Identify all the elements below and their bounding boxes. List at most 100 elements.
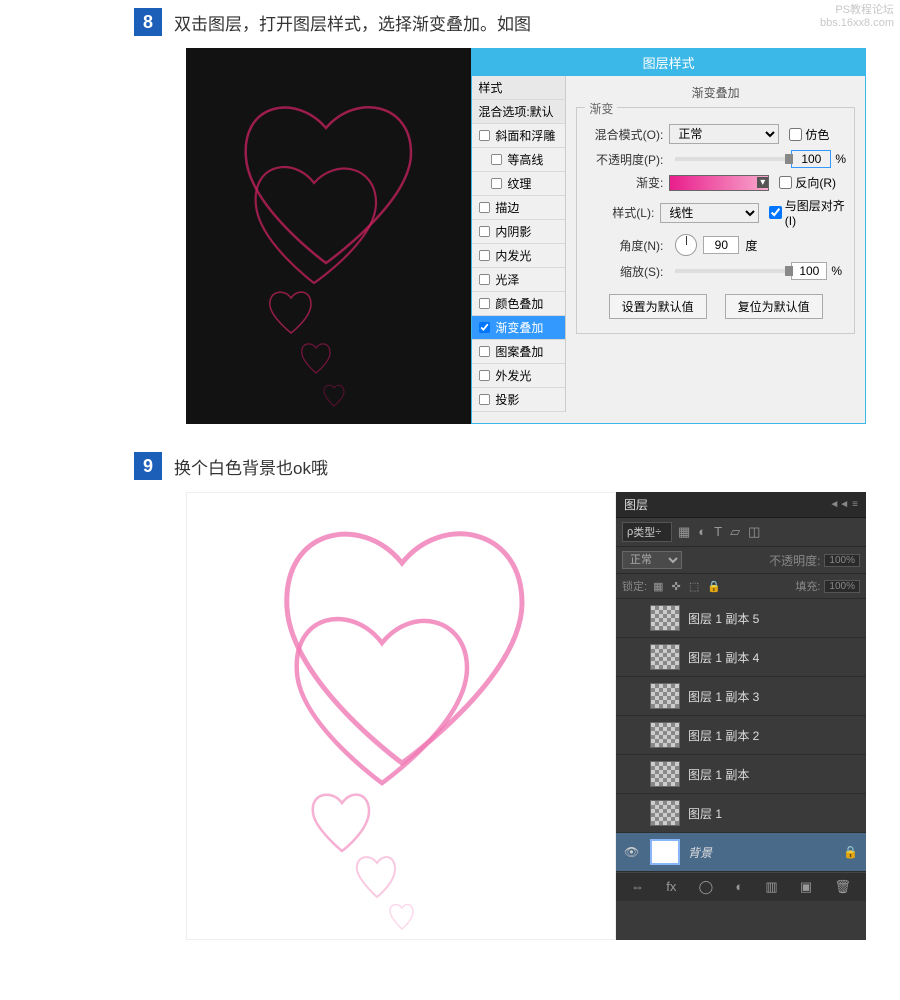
lock-position-icon[interactable]: ✜ (672, 581, 681, 593)
layer-thumb[interactable] (650, 839, 680, 865)
satin-checkbox[interactable] (479, 274, 490, 285)
layer-row-background[interactable]: 👁背景🔒 (616, 833, 866, 872)
opacity-slider[interactable] (675, 157, 785, 161)
adjustment-icon[interactable]: ◐ (735, 879, 743, 895)
layer-row[interactable]: 图层 1 副本 4 (616, 638, 866, 677)
fx-icon[interactable]: fx (666, 879, 676, 895)
style-innerglow[interactable]: 内发光 (472, 244, 565, 268)
fieldset-legend: 渐变 (585, 100, 617, 117)
texture-checkbox[interactable] (491, 178, 502, 189)
opacity-label-panel: 不透明度: (769, 552, 820, 569)
layer-thumb[interactable] (650, 683, 680, 709)
deg-label: 度 (745, 237, 757, 254)
layer-name: 图层 1 副本 2 (688, 727, 858, 744)
style-coloroverlay[interactable]: 颜色叠加 (472, 292, 565, 316)
stroke-checkbox[interactable] (479, 202, 490, 213)
style-contour[interactable]: 等高线 (472, 148, 565, 172)
layer-name: 背景 (688, 844, 843, 861)
layers-tab[interactable]: 图层 (624, 496, 648, 513)
filter-pixel-icon[interactable]: ▦ (678, 524, 690, 540)
gradientoverlay-checkbox[interactable] (479, 322, 490, 333)
layer-row[interactable]: 图层 1 副本 5 (616, 599, 866, 638)
lock-icon[interactable]: 🔒 (707, 581, 721, 593)
style-innershadow[interactable]: 内阴影 (472, 220, 565, 244)
style-dropshadow[interactable]: 投影 (472, 388, 565, 412)
layer-row[interactable]: 图层 1 副本 2 (616, 716, 866, 755)
new-layer-icon[interactable]: ▣ (800, 879, 812, 895)
scale-value[interactable] (791, 262, 827, 280)
layer-row[interactable]: 图层 1 (616, 794, 866, 833)
scale-slider[interactable] (675, 269, 785, 273)
blendmode-label: 混合模式(O): (585, 126, 663, 143)
opacity-value[interactable]: 100 (791, 150, 831, 168)
reverse-checkbox[interactable] (779, 176, 792, 189)
filter-shape-icon[interactable]: ▱ (730, 524, 740, 540)
align-checkbox[interactable] (769, 206, 782, 219)
style-texture[interactable]: 纹理 (472, 172, 565, 196)
opacity-value-panel[interactable]: 100% (824, 554, 860, 567)
outerglow-checkbox[interactable] (479, 370, 490, 381)
style-label: 样式(L): (585, 204, 654, 221)
filter-smart-icon[interactable]: ◫ (748, 524, 760, 540)
link-layers-icon[interactable]: ⇔ (631, 879, 644, 895)
layer-thumb[interactable] (650, 644, 680, 670)
styles-header[interactable]: 样式 (472, 76, 565, 100)
pct-2: % (831, 264, 842, 278)
style-bevel[interactable]: 斜面和浮雕 (472, 124, 565, 148)
layer-list: 图层 1 副本 5 图层 1 副本 4 图层 1 副本 3 图层 1 副本 2 … (616, 599, 866, 872)
filter-adjust-icon[interactable]: ◐ (698, 524, 706, 540)
filter-type-icon[interactable]: T (714, 524, 722, 540)
style-satin[interactable]: 光泽 (472, 268, 565, 292)
layer-thumb[interactable] (650, 761, 680, 787)
lock-all-icon[interactable]: ⬚ (689, 581, 699, 593)
layer-row[interactable]: 图层 1 副本 3 (616, 677, 866, 716)
align-label: 与图层对齐(I) (785, 197, 846, 228)
innershadow-checkbox[interactable] (479, 226, 490, 237)
group-icon[interactable]: ▥ (765, 879, 777, 895)
style-stroke[interactable]: 描边 (472, 196, 565, 220)
style-outerglow[interactable]: 外发光 (472, 364, 565, 388)
gradient-swatch[interactable] (669, 175, 769, 191)
contour-checkbox[interactable] (491, 154, 502, 165)
style-select[interactable]: 线性 (660, 203, 758, 223)
bevel-checkbox[interactable] (479, 130, 490, 141)
dither-label: 仿色 (805, 126, 829, 143)
blendmode-select[interactable]: 正常 (669, 124, 779, 144)
reset-default-button[interactable]: 复位为默认值 (725, 294, 823, 319)
visibility-toggle[interactable]: 👁 (624, 845, 642, 859)
angle-dial[interactable] (675, 234, 697, 256)
layer-thumb[interactable] (650, 605, 680, 631)
step-8-header: 8 双击图层，打开图层样式，选择渐变叠加。如图 (134, 8, 900, 36)
step-9-text: 换个白色背景也ok哦 (174, 454, 328, 479)
layer-thumb[interactable] (650, 722, 680, 748)
style-patternoverlay[interactable]: 图案叠加 (472, 340, 565, 364)
set-default-button[interactable]: 设置为默认值 (609, 294, 707, 319)
fill-value[interactable]: 100% (824, 580, 860, 593)
watermark-line2: bbs.16xx8.com (820, 17, 894, 30)
lock-pixels-icon[interactable]: ▦ (653, 581, 663, 593)
dropshadow-checkbox[interactable] (479, 394, 490, 405)
preview-dark (186, 48, 471, 424)
collapse-icon[interactable]: ◄◄ (829, 499, 849, 510)
panel-menu-icon[interactable]: ≡ (852, 499, 858, 510)
coloroverlay-checkbox[interactable] (479, 298, 490, 309)
step-9-number: 9 (134, 452, 162, 480)
dither-checkbox[interactable] (789, 128, 802, 141)
blend-default[interactable]: 混合选项:默认 (472, 100, 565, 124)
dialog-title: 图层样式 (472, 49, 865, 76)
trash-icon[interactable]: 🗑 (834, 879, 851, 895)
style-gradientoverlay[interactable]: 渐变叠加 (472, 316, 565, 340)
layers-panel: 图层 ◄◄ ≡ ρ 类型 ÷ ▦ ◐ T ▱ ◫ 正常 不透明度: 100% 锁… (616, 492, 866, 940)
layer-row[interactable]: 图层 1 副本 (616, 755, 866, 794)
layer-thumb[interactable] (650, 800, 680, 826)
pct-1: % (835, 152, 846, 166)
step-8-number: 8 (134, 8, 162, 36)
mask-icon[interactable]: ◯ (699, 879, 714, 895)
angle-value[interactable] (703, 236, 739, 254)
innerglow-checkbox[interactable] (479, 250, 490, 261)
patternoverlay-checkbox[interactable] (479, 346, 490, 357)
preview-white (186, 492, 616, 940)
blend-mode-select[interactable]: 正常 (622, 551, 682, 569)
lock-label: 锁定: (622, 578, 647, 594)
filter-type-select[interactable]: ρ 类型 ÷ (622, 522, 672, 542)
